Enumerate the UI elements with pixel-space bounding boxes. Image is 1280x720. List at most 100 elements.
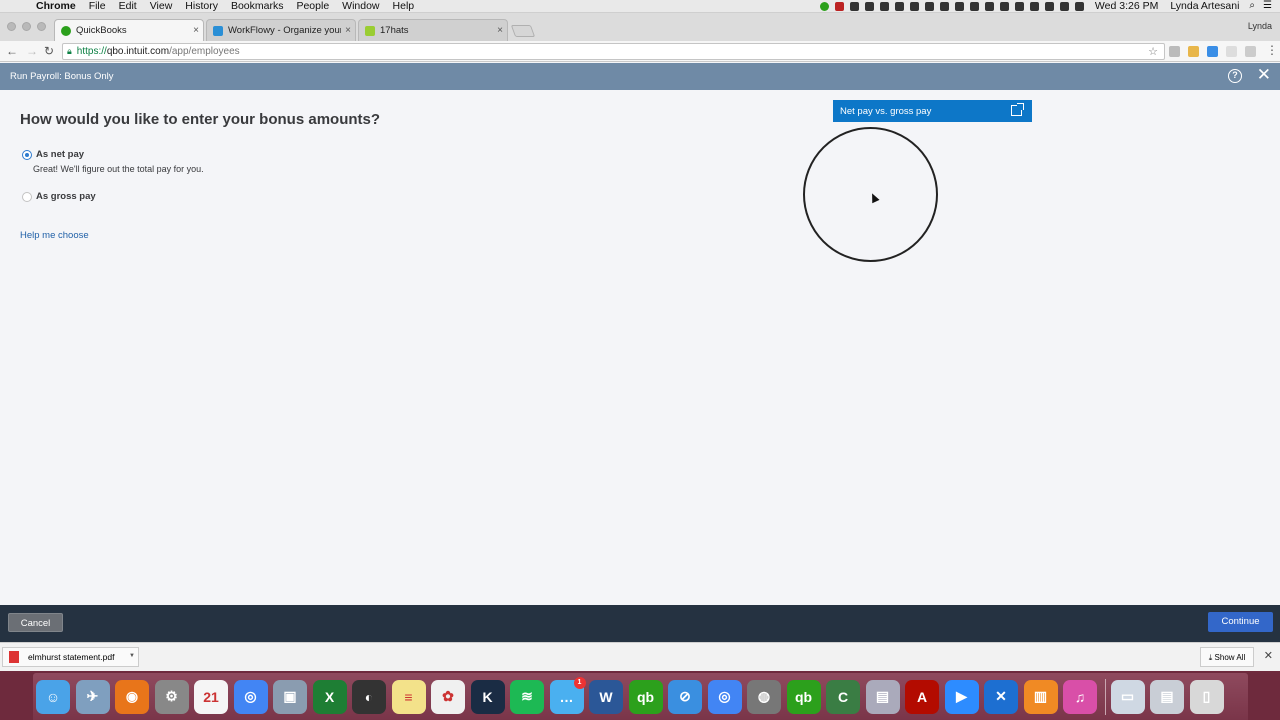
menu-window[interactable]: Window bbox=[342, 0, 379, 12]
net-pay-radio[interactable] bbox=[22, 149, 32, 160]
lock-icon[interactable]: 🔒︎ bbox=[67, 46, 72, 57]
spotlight-icon[interactable]: ⌕ bbox=[1249, 0, 1255, 12]
quickbooks-tray-icon[interactable] bbox=[819, 1, 829, 11]
menu-clock[interactable]: Wed 3:26 PM bbox=[1095, 0, 1158, 12]
close-icon[interactable]: ✕ bbox=[1257, 66, 1271, 84]
system-preferences-dock-icon[interactable]: ⚙ bbox=[154, 679, 189, 714]
itunes-dock-icon[interactable]: ♫ bbox=[1063, 679, 1097, 714]
dvd-player-dock-icon[interactable]: ◍ bbox=[747, 679, 781, 714]
spotify-dock-icon[interactable]: ≋ bbox=[510, 679, 544, 714]
forward-icon[interactable]: → bbox=[26, 44, 38, 58]
cancel-button[interactable]: Cancel bbox=[8, 613, 63, 632]
kindle-dock-icon[interactable]: K bbox=[470, 679, 505, 714]
close-window-icon[interactable] bbox=[7, 22, 16, 31]
popout-icon[interactable] bbox=[1011, 103, 1024, 116]
calendar-dock-icon[interactable]: 21 bbox=[194, 679, 228, 714]
volume-icon[interactable] bbox=[1059, 1, 1069, 11]
messages-dock-icon[interactable]: … 1 bbox=[549, 676, 586, 714]
input-source-icon[interactable] bbox=[1074, 1, 1084, 11]
phone-icon[interactable] bbox=[984, 1, 994, 11]
menu-file[interactable]: File bbox=[89, 0, 106, 12]
record-icon[interactable] bbox=[879, 1, 889, 11]
dropbox-icon[interactable] bbox=[849, 1, 859, 11]
window-icon[interactable] bbox=[939, 1, 949, 11]
zoom-window-icon[interactable] bbox=[37, 22, 46, 31]
photos-dock-icon[interactable]: ✿ bbox=[431, 679, 465, 714]
time-machine-icon[interactable] bbox=[1014, 1, 1024, 11]
extension-icon[interactable] bbox=[1245, 46, 1256, 57]
notes-dock-icon[interactable]: ≡ bbox=[391, 679, 426, 714]
trash-dock-icon[interactable]: ▯ bbox=[1189, 679, 1224, 714]
bluetooth-icon[interactable] bbox=[1029, 1, 1039, 11]
close-tab-icon[interactable]: × bbox=[189, 25, 203, 36]
menu-app-chrome[interactable]: Chrome bbox=[36, 0, 76, 12]
documents-folder-dock-icon[interactable]: ▭ bbox=[1110, 679, 1145, 714]
skitch-icon[interactable] bbox=[969, 1, 979, 11]
gross-pay-label[interactable]: As gross pay bbox=[36, 191, 96, 202]
bookmark-star-icon[interactable]: ☆ bbox=[1148, 45, 1158, 58]
flashcard-tray-icon[interactable] bbox=[834, 1, 844, 11]
menu-view[interactable]: View bbox=[150, 0, 173, 12]
help-icon[interactable]: ? bbox=[1228, 69, 1242, 83]
menu-history[interactable]: History bbox=[185, 0, 218, 12]
continue-button[interactable]: Continue bbox=[1208, 612, 1273, 632]
acrobat-dock-icon[interactable]: A bbox=[905, 679, 939, 714]
gross-pay-option[interactable]: As gross pay bbox=[22, 191, 96, 202]
preview-dock-icon[interactable]: ✈ bbox=[75, 679, 110, 714]
xmind-dock-icon[interactable]: ✕ bbox=[984, 679, 1018, 714]
close-tab-icon[interactable]: × bbox=[341, 25, 355, 36]
new-tab-button[interactable] bbox=[510, 25, 536, 37]
finder-dock-icon[interactable]: ☺ bbox=[36, 679, 70, 714]
notification-center-icon[interactable]: ☰ bbox=[1263, 0, 1272, 12]
zoom-dock-icon[interactable]: ▶ bbox=[944, 679, 979, 714]
menu-people[interactable]: People bbox=[296, 0, 329, 12]
help-me-choose-link[interactable]: Help me choose bbox=[20, 230, 89, 241]
quickbooks-alt-dock-icon[interactable]: qb bbox=[786, 679, 821, 714]
downloads-folder-dock-icon[interactable]: ▤ bbox=[1150, 679, 1184, 714]
link-icon[interactable] bbox=[924, 1, 934, 11]
close-tab-icon[interactable]: × bbox=[493, 25, 507, 36]
bitly-icon[interactable] bbox=[954, 1, 964, 11]
address-bar[interactable]: 🔒︎ https:// qbo.intuit.com /app/employee… bbox=[62, 43, 1165, 60]
chevron-down-icon[interactable]: ▼ bbox=[129, 653, 135, 659]
excel-dock-icon[interactable]: X bbox=[312, 679, 347, 714]
extension-icon[interactable] bbox=[1207, 46, 1218, 57]
quickbooks-dock-icon[interactable]: qb bbox=[628, 679, 663, 714]
chrome-dock-icon[interactable]: ◎ bbox=[233, 679, 268, 714]
menu-edit[interactable]: Edit bbox=[119, 0, 137, 12]
net-vs-gross-panel-header[interactable]: Net pay vs. gross pay bbox=[833, 100, 1032, 122]
evernote-icon[interactable] bbox=[864, 1, 874, 11]
profile-button[interactable]: Lynda bbox=[1248, 21, 1272, 31]
firefox-dock-icon[interactable]: ◉ bbox=[115, 679, 149, 714]
extension-icon[interactable] bbox=[1169, 46, 1180, 57]
chrome-alt-dock-icon[interactable]: ◎ bbox=[707, 679, 742, 714]
wifi-icon[interactable] bbox=[1044, 1, 1054, 11]
menu-bookmarks[interactable]: Bookmarks bbox=[231, 0, 284, 12]
tab-workflowy[interactable]: WorkFlowy - Organize your b × bbox=[206, 19, 356, 41]
net-pay-option[interactable]: As net pay bbox=[22, 149, 84, 160]
minimize-window-icon[interactable] bbox=[22, 22, 31, 31]
airplay-icon[interactable] bbox=[999, 1, 1009, 11]
bolt-icon[interactable] bbox=[909, 1, 919, 11]
show-all-downloads-button[interactable]: ⤓ Show All bbox=[1200, 647, 1254, 667]
ibooks-dock-icon[interactable]: ▥ bbox=[1023, 679, 1058, 714]
printer-dock-icon[interactable]: ▤ bbox=[865, 679, 900, 714]
download-item[interactable]: elmhurst statement.pdf ▼ bbox=[2, 647, 139, 667]
extension-icon[interactable] bbox=[1188, 46, 1199, 57]
google-drive-icon[interactable] bbox=[894, 1, 904, 11]
tab-quickbooks[interactable]: QuickBooks × bbox=[54, 19, 204, 41]
word-dock-icon[interactable]: W bbox=[589, 679, 623, 714]
menu-user[interactable]: Lynda Artesani bbox=[1170, 0, 1239, 12]
gross-pay-radio[interactable] bbox=[22, 191, 32, 202]
back-icon[interactable]: ← bbox=[6, 44, 18, 58]
tab-17hats[interactable]: 17hats × bbox=[358, 19, 508, 41]
dashboard-dock-icon[interactable]: ◐ bbox=[352, 679, 386, 714]
image-capture-dock-icon[interactable]: ▣ bbox=[273, 679, 307, 714]
chrome-menu-icon[interactable]: ⋮ bbox=[1266, 43, 1278, 57]
net-pay-label[interactable]: As net pay bbox=[36, 149, 84, 160]
menu-help[interactable]: Help bbox=[393, 0, 415, 12]
extension-icon[interactable] bbox=[1226, 46, 1237, 57]
close-download-bar-icon[interactable]: ✕ bbox=[1264, 649, 1273, 662]
safari-dock-icon[interactable]: ⊘ bbox=[668, 679, 702, 714]
reload-icon[interactable]: ↻ bbox=[44, 44, 54, 58]
